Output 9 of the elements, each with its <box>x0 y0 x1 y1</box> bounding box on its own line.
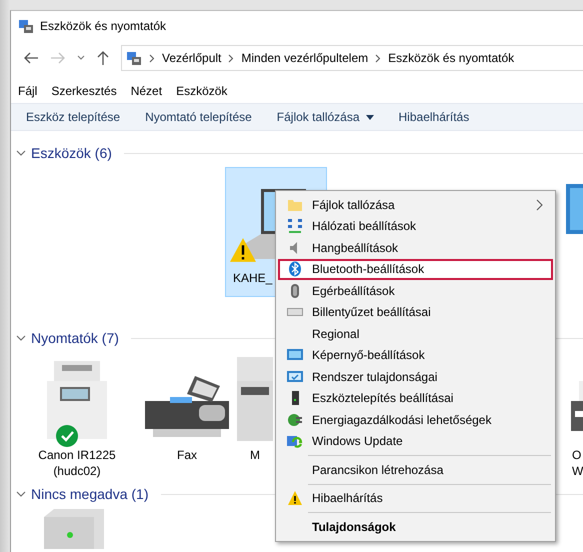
device-label: Fax <box>176 447 198 463</box>
group-header: Nyomtatók (7) <box>31 330 119 346</box>
device-label: KAHE_ <box>232 270 274 286</box>
group-header: Eszközök (6) <box>31 145 112 161</box>
group-header: Nincs megadva (1) <box>31 486 148 502</box>
window-title: Eszközök és nyomtatók <box>40 19 166 33</box>
device-label: Canon IR1225 (hudc02) <box>37 447 117 479</box>
device-label: M <box>249 447 261 463</box>
device-label: O W <box>572 447 583 479</box>
